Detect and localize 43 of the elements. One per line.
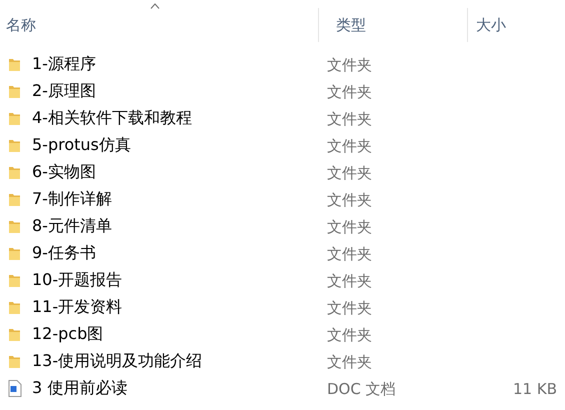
folder-icon	[8, 272, 22, 288]
file-type: 文件夹	[327, 218, 372, 236]
file-type: 文件夹	[327, 244, 372, 262]
file-type: 文件夹	[327, 326, 372, 344]
file-type: 文件夹	[327, 352, 372, 370]
document-icon	[8, 380, 22, 397]
file-name[interactable]: 3 使用前必读	[32, 378, 128, 399]
file-type: 文件夹	[327, 190, 372, 208]
column-header[interactable]: 类型	[328, 16, 366, 34]
file-name[interactable]: 2-原理图	[32, 81, 96, 102]
folder-icon	[8, 354, 22, 370]
folder-icon	[8, 56, 22, 72]
folder-icon	[8, 84, 22, 100]
folder-icon	[8, 164, 22, 180]
file-name[interactable]: 8-元件清单	[32, 216, 112, 237]
file-type: 文件夹	[327, 272, 372, 290]
file-name[interactable]: 12-pcb图	[32, 324, 104, 345]
folder-icon	[8, 110, 22, 126]
file-type: 文件夹	[327, 56, 372, 74]
file-name[interactable]: 6-实物图	[32, 162, 96, 183]
file-type: 文件夹	[327, 298, 372, 316]
file-name[interactable]: 1-源程序	[32, 54, 96, 75]
file-size: 11 KB	[513, 380, 557, 398]
file-name[interactable]: 11-开发资料	[32, 297, 122, 318]
folder-icon	[8, 218, 22, 234]
file-type: 文件夹	[327, 82, 372, 100]
file-type: 文件夹	[327, 136, 372, 154]
folder-icon	[8, 326, 22, 342]
file-name[interactable]: 13-使用说明及功能介绍	[32, 351, 202, 372]
folder-icon	[8, 192, 22, 208]
file-type: DOC 文档	[327, 380, 396, 398]
file-name[interactable]: 7-制作详解	[32, 189, 112, 210]
file-type: 文件夹	[327, 110, 372, 128]
file-type: 文件夹	[327, 164, 372, 182]
folder-icon	[8, 300, 22, 316]
file-name[interactable]: 10-开题报告	[32, 270, 122, 291]
column-header[interactable]: 大小	[468, 16, 506, 34]
folder-icon	[8, 138, 22, 154]
file-name[interactable]: 5-protus仿真	[32, 135, 131, 156]
folder-icon	[8, 246, 22, 262]
file-name[interactable]: 4-相关软件下载和教程	[32, 108, 192, 129]
file-name[interactable]: 9-任务书	[32, 243, 96, 264]
column-header[interactable]: 名称	[0, 16, 36, 34]
